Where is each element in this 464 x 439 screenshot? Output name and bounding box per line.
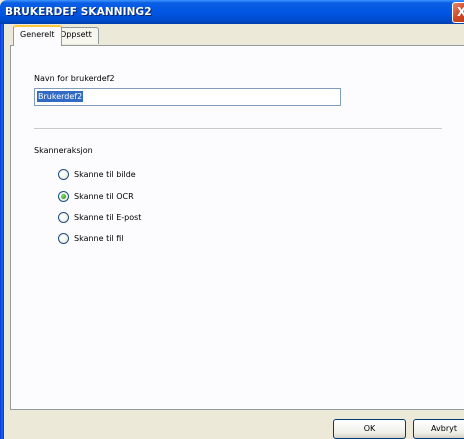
radio-button[interactable]: [58, 212, 69, 223]
tab-label: Generelt: [20, 30, 55, 39]
cancel-button-label: Avbryt: [431, 424, 457, 433]
close-icon: X: [457, 5, 464, 19]
radio-selected-dot: [61, 194, 66, 199]
name-input-value: Brukerdef2: [37, 91, 84, 102]
name-input[interactable]: Brukerdef2: [34, 88, 341, 106]
tab-label: Oppsett: [60, 30, 92, 39]
radio-button[interactable]: [58, 191, 69, 202]
window-title: BRUKERDEF SKANNING2: [5, 6, 152, 18]
window-border: [0, 24, 4, 439]
name-field-label: Navn for brukerdef2: [34, 74, 115, 83]
close-button[interactable]: X: [452, 2, 464, 23]
tab-generelt[interactable]: Generelt: [13, 25, 62, 46]
radio-label: Skanne til OCR: [74, 192, 134, 201]
radio-button[interactable]: [58, 233, 69, 244]
title-bar[interactable]: BRUKERDEF SKANNING2 X: [0, 0, 464, 24]
scan-action-label: Skanneraksjon: [34, 146, 93, 155]
ok-button-label: OK: [363, 424, 376, 433]
radio-button[interactable]: [58, 169, 69, 180]
radio-label: Skanne til fil: [74, 234, 124, 243]
cancel-button[interactable]: Avbryt: [413, 419, 464, 439]
radio-label: Skanne til E-post: [74, 213, 142, 222]
ok-button[interactable]: OK: [333, 419, 406, 439]
radio-label: Skanne til bilde: [74, 170, 136, 179]
separator: [34, 128, 442, 130]
